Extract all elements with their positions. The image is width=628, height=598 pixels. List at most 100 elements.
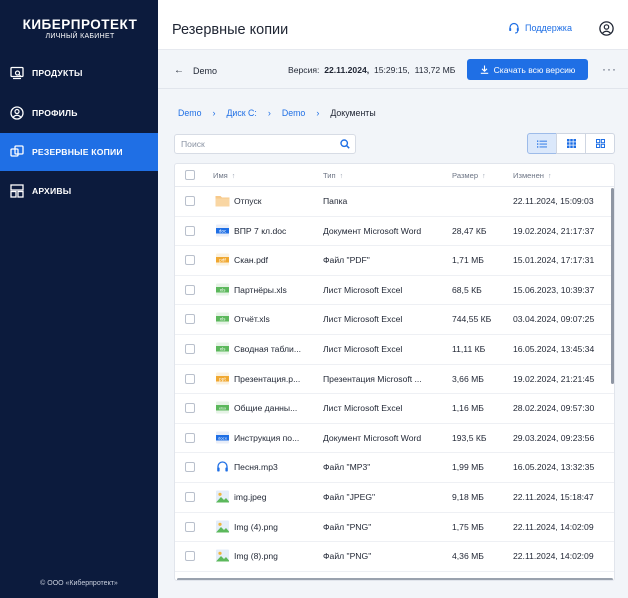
row-checkbox[interactable] [185,403,195,414]
view-toggle [527,133,615,154]
sidebar-item-backups[interactable]: РЕЗЕРВНЫЕ КОПИИ [0,133,158,171]
row-checkbox[interactable] [185,255,195,266]
chevron-right-icon: › [267,108,271,118]
vertical-scrollbar[interactable] [611,188,614,384]
file-name: img.jpeg [234,492,267,502]
list-view-button[interactable] [527,133,557,154]
table-row[interactable]: Img (8).png Файл "PNG" 4,36 МБ 22.11.2024, … [175,542,614,572]
file-type: Лист Microsoft Excel [323,344,403,354]
file-modified: 29.03.2024, 09:23:56 [513,432,595,443]
row-checkbox[interactable] [185,462,195,473]
table-row[interactable]: docx Инструкция по... Документ Microsoft W… [175,424,614,454]
table-row[interactable]: doc ВПР 7 кл.doc Документ Microsoft Word 28… [175,217,614,247]
archives-icon [10,184,24,198]
support-link[interactable]: Поддержка [508,22,572,34]
file-type: Документ Microsoft Word [323,432,422,443]
chevron-right-icon: › [316,108,320,118]
image-file-icon [215,520,230,533]
search-box [174,134,356,154]
sidebar-item-label: АРХИВЫ [32,186,72,196]
user-account-icon[interactable] [599,21,614,36]
table-row[interactable]: xlsx Общие данны... Лист Microsoft Excel 1,… [175,394,614,424]
backups-icon [10,145,24,157]
file-name: Партнёры.xls [234,284,287,295]
search-input[interactable] [175,135,325,153]
grid-view-button[interactable] [556,133,586,154]
logo[interactable]: КИБЕРПРОТЕКТ ЛИЧНЫЙ КАБИНЕТ [10,17,150,40]
table-row[interactable]: Отпуск Папка 22.11.2024, 15:09:03 [175,187,614,217]
download-version-button[interactable]: Скачать всю версию [467,59,588,80]
table-row[interactable]: Img (4).png Файл "PNG" 1,75 МБ 22.11.2024, … [175,513,614,543]
file-modified: 22.11.2024, 14:02:09 [513,521,594,532]
breadcrumb-item[interactable]: Диск C: [226,108,256,118]
row-checkbox[interactable] [185,225,195,236]
tiles-icon [595,139,605,148]
row-checkbox[interactable] [185,314,195,325]
excel-file-icon: xls [215,312,230,325]
excel-file-icon: xlsx [215,401,230,414]
sidebar-item-archives[interactable]: АРХИВЫ [0,172,158,210]
file-table: Имя ↑ Тип ↑ Размер ↑ Изменен ↑ Отпуск Папка 22… [174,163,615,581]
svg-text:xlsx: xlsx [219,406,227,411]
sort-arrow-icon: ↑ [231,173,236,180]
version-time: 15:29:15, [373,65,410,75]
breadcrumb-item[interactable]: Demo [178,108,201,118]
row-checkbox[interactable] [185,492,195,502]
file-size: 1,71 МБ [452,255,484,266]
breadcrumb-item[interactable]: Demo [282,108,305,118]
row-checkbox[interactable] [185,551,195,562]
file-name: Img (8).png [234,551,278,562]
file-type: Папка [323,196,348,206]
word-file-icon: docx [215,431,230,444]
file-size: 9,18 МБ [452,492,484,502]
table-row[interactable]: Песня.mp3 Файл "MP3" 1,99 МБ 16.05.2024, 13… [175,453,614,483]
logo-name: КИБЕРПРОТЕКТ [22,17,138,32]
file-modified: 16.05.2024, 13:32:35 [513,462,595,473]
horizontal-scrollbar[interactable] [177,578,613,580]
select-all-checkbox[interactable] [185,170,195,180]
svg-text:pdf: pdf [219,258,226,263]
column-name[interactable]: Имя ↑ [213,171,235,180]
table-row[interactable]: img.jpeg Файл "JPEG" 9,18 МБ 22.11.2024, 15… [175,483,614,513]
back-label: Demo [193,65,218,76]
file-name: Сводная табли... [234,344,301,354]
tiles-view-button[interactable] [585,133,615,154]
more-options-icon[interactable]: ··· [602,62,617,76]
column-modified[interactable]: Изменен ↑ [513,171,552,180]
back-button[interactable]: ← Demo [174,65,217,76]
table-row[interactable]: pdf Скан.pdf Файл "PDF" 1,71 МБ 15.01.2024, … [175,246,614,276]
table-row[interactable]: ppt Презентация.р... Презентация Microsoft… [175,365,614,395]
column-size[interactable]: Размер ↑ [452,171,486,180]
column-type[interactable]: Тип ↑ [323,171,343,180]
file-type: Презентация Microsoft ... [323,373,422,384]
svg-text:xls: xls [220,287,226,292]
version-bar: ← Demo Версия: 22.11.2024, 15:29:15, 113… [158,50,628,89]
version-size: 113,72 МБ [414,65,456,75]
sidebar-item-products[interactable]: ПРОДУКТЫ [0,54,158,92]
row-checkbox[interactable] [185,344,195,354]
table-row[interactable]: xls Отчёт.xls Лист Microsoft Excel 744,55 К… [175,305,614,335]
file-name: Общие данны... [234,403,298,414]
file-size: 193,5 КБ [452,432,487,443]
row-checkbox[interactable] [185,196,195,206]
file-type: Файл "MP3" [323,462,371,473]
file-size: 744,55 КБ [452,314,492,325]
file-modified: 15.01.2024, 17:17:31 [513,255,595,266]
file-type: Файл "PNG" [323,521,372,532]
headset-icon [509,22,519,34]
sidebar-item-profile[interactable]: ПРОФИЛЬ [0,94,158,132]
file-size: 68,5 КБ [452,284,482,295]
table-row[interactable]: xls Партнёры.xls Лист Microsoft Excel 68,5 … [175,276,614,306]
row-checkbox[interactable] [185,373,195,384]
file-type: Лист Microsoft Excel [323,314,403,325]
file-name: ВПР 7 кл.doc [234,225,287,236]
row-checkbox[interactable] [185,521,195,532]
excel-file-icon: xls [215,283,230,296]
row-checkbox[interactable] [185,432,195,443]
audio-file-icon [215,460,230,473]
table-row[interactable]: xls Сводная табли... Лист Microsoft Excel 1… [175,335,614,365]
row-checkbox[interactable] [185,284,195,295]
file-size: 3,66 МБ [452,373,484,384]
column-modified-label: Изменен [513,171,544,180]
search-icon[interactable] [340,139,350,149]
